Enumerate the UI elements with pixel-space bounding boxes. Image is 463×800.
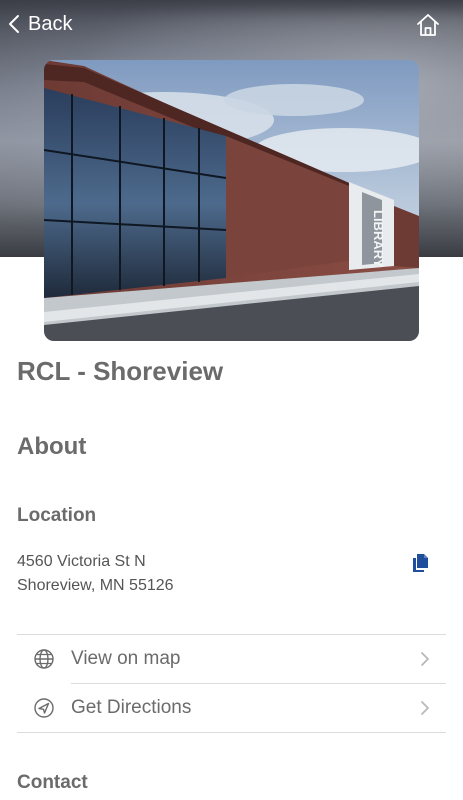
- address-line-2: Shoreview, MN 55126: [17, 577, 174, 594]
- home-icon[interactable]: [415, 12, 441, 38]
- back-label: Back: [28, 12, 73, 35]
- back-button[interactable]: Back: [8, 10, 72, 38]
- divider: [17, 732, 446, 733]
- address-block: 4560 Victoria St N Shoreview, MN 55126: [17, 550, 174, 598]
- view-on-map-label: View on map: [71, 648, 181, 669]
- location-heading: Location: [17, 505, 97, 526]
- get-directions-row[interactable]: Get Directions: [17, 684, 446, 732]
- building-signage-text: LIBRARY: [371, 210, 386, 268]
- contact-heading: Contact: [17, 772, 88, 793]
- navigation-arrow-icon: [34, 698, 54, 718]
- top-navigation-bar: Back: [0, 0, 463, 48]
- about-heading: About: [17, 433, 87, 460]
- page-title: RCL - Shoreview: [17, 356, 224, 386]
- view-on-map-row[interactable]: View on map: [17, 635, 446, 683]
- library-building-image: LIBRARY: [44, 60, 419, 341]
- chevron-right-icon: [421, 652, 429, 666]
- location-photo: LIBRARY: [44, 60, 419, 341]
- globe-icon: [34, 649, 54, 669]
- chevron-right-icon: [421, 701, 429, 715]
- get-directions-label: Get Directions: [71, 697, 192, 718]
- chevron-left-icon: [9, 15, 19, 33]
- copy-icon[interactable]: [410, 552, 432, 574]
- address-line-1: 4560 Victoria St N: [17, 553, 146, 570]
